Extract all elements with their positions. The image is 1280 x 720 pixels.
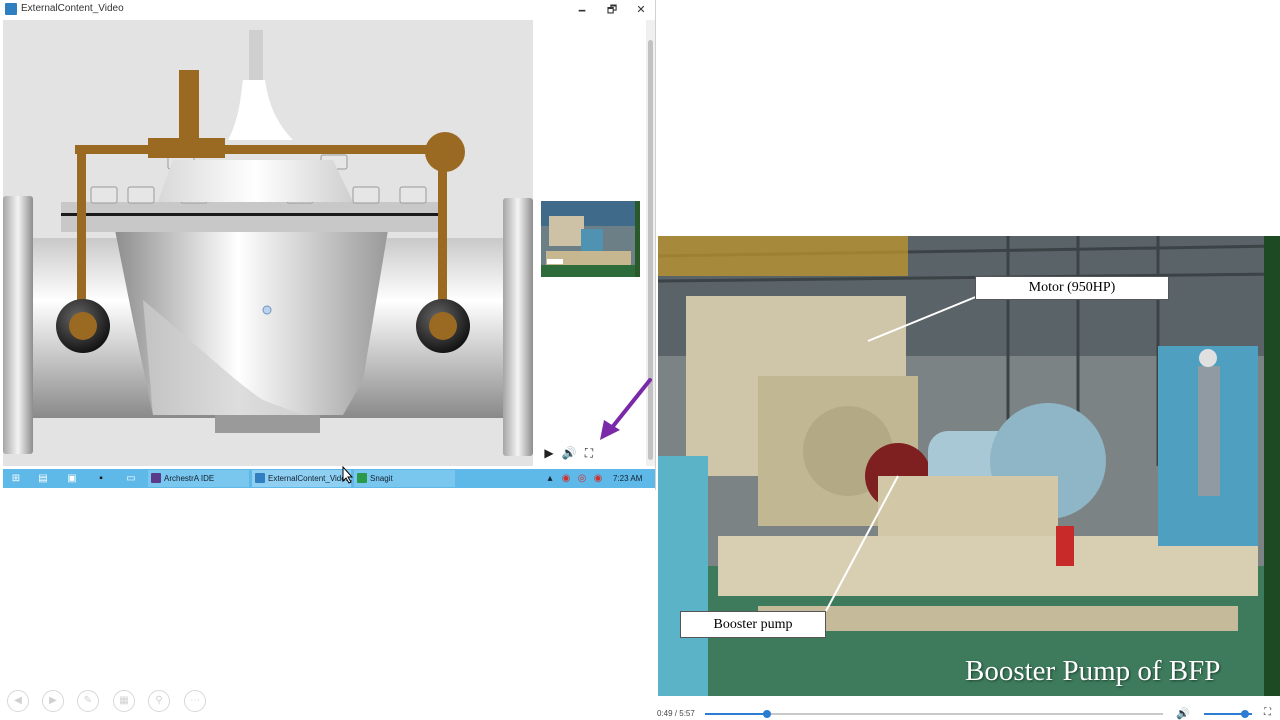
start-icon[interactable]: ⊞: [9, 472, 23, 485]
volume-icon[interactable]: 🔊: [1176, 707, 1190, 720]
valve-graphic: [3, 30, 533, 456]
pinned-app-icon[interactable]: ▣: [65, 472, 79, 485]
callout-motor: Motor (950HP): [975, 276, 1169, 300]
seek-bar-progress: [705, 713, 767, 715]
tray-app-icon[interactable]: ◎: [575, 472, 589, 485]
pen-tool-button[interactable]: ✎: [77, 690, 99, 712]
snagit-icon: [357, 473, 367, 483]
maximize-button[interactable]: 🗗: [598, 0, 626, 20]
volume-button[interactable]: 🔊: [561, 445, 577, 461]
taskbar-item-label: ExternalContent_Vide...: [268, 474, 353, 483]
more-options-button[interactable]: ⋯: [184, 690, 206, 712]
tray-app-icon[interactable]: ◉: [559, 472, 573, 485]
zoom-button[interactable]: ⚲: [148, 690, 170, 712]
taskbar-clock[interactable]: 7:23 AM: [613, 470, 642, 487]
volume-slider-handle[interactable]: [1241, 710, 1249, 718]
video-caption: Booster Pump of BFP: [965, 655, 1221, 687]
annotation-arrow: [600, 378, 652, 440]
seek-bar-handle[interactable]: [763, 710, 771, 718]
close-button[interactable]: ✕: [627, 0, 655, 20]
minimize-button[interactable]: 🗕: [568, 0, 596, 20]
slides-grid-button[interactable]: ▦: [113, 690, 135, 712]
tray-chevron-icon[interactable]: ▴: [545, 472, 555, 485]
taskbar-item[interactable]: Snagit: [354, 470, 455, 487]
previous-slide-button[interactable]: ◀: [7, 690, 29, 712]
mouse-cursor-icon: [342, 466, 354, 484]
pinned-app-icon[interactable]: ▤: [36, 472, 50, 485]
next-slide-button[interactable]: ▶: [42, 690, 64, 712]
window-title: ExternalContent_Video: [21, 3, 124, 14]
thumbnail-image: [541, 201, 640, 277]
folder-icon[interactable]: ▭: [124, 472, 138, 485]
archestra-icon: [151, 473, 161, 483]
terminal-icon[interactable]: ▪: [94, 472, 108, 485]
taskbar-item-active[interactable]: ExternalContent_Vide...: [252, 470, 353, 487]
fullscreen-button[interactable]: ⛶: [581, 445, 597, 461]
taskbar-item-label: ArchestrA IDE: [164, 474, 215, 483]
taskbar-item[interactable]: ArchestrA IDE: [148, 470, 249, 487]
app-icon: [5, 3, 17, 15]
video-time: 0:49 / 5:57: [657, 709, 695, 718]
callout-booster-pump: Booster pump: [680, 611, 826, 638]
tray-app-icon[interactable]: ◉: [591, 472, 605, 485]
valve-graphic-canvas: [3, 20, 533, 466]
seek-bar[interactable]: [705, 713, 1163, 715]
play-button[interactable]: ▶: [541, 445, 557, 461]
fullscreen-icon[interactable]: ⛶: [1264, 707, 1271, 718]
app-icon: [255, 473, 265, 483]
taskbar-item-label: Snagit: [370, 474, 393, 483]
video-thumbnail[interactable]: [541, 201, 640, 277]
